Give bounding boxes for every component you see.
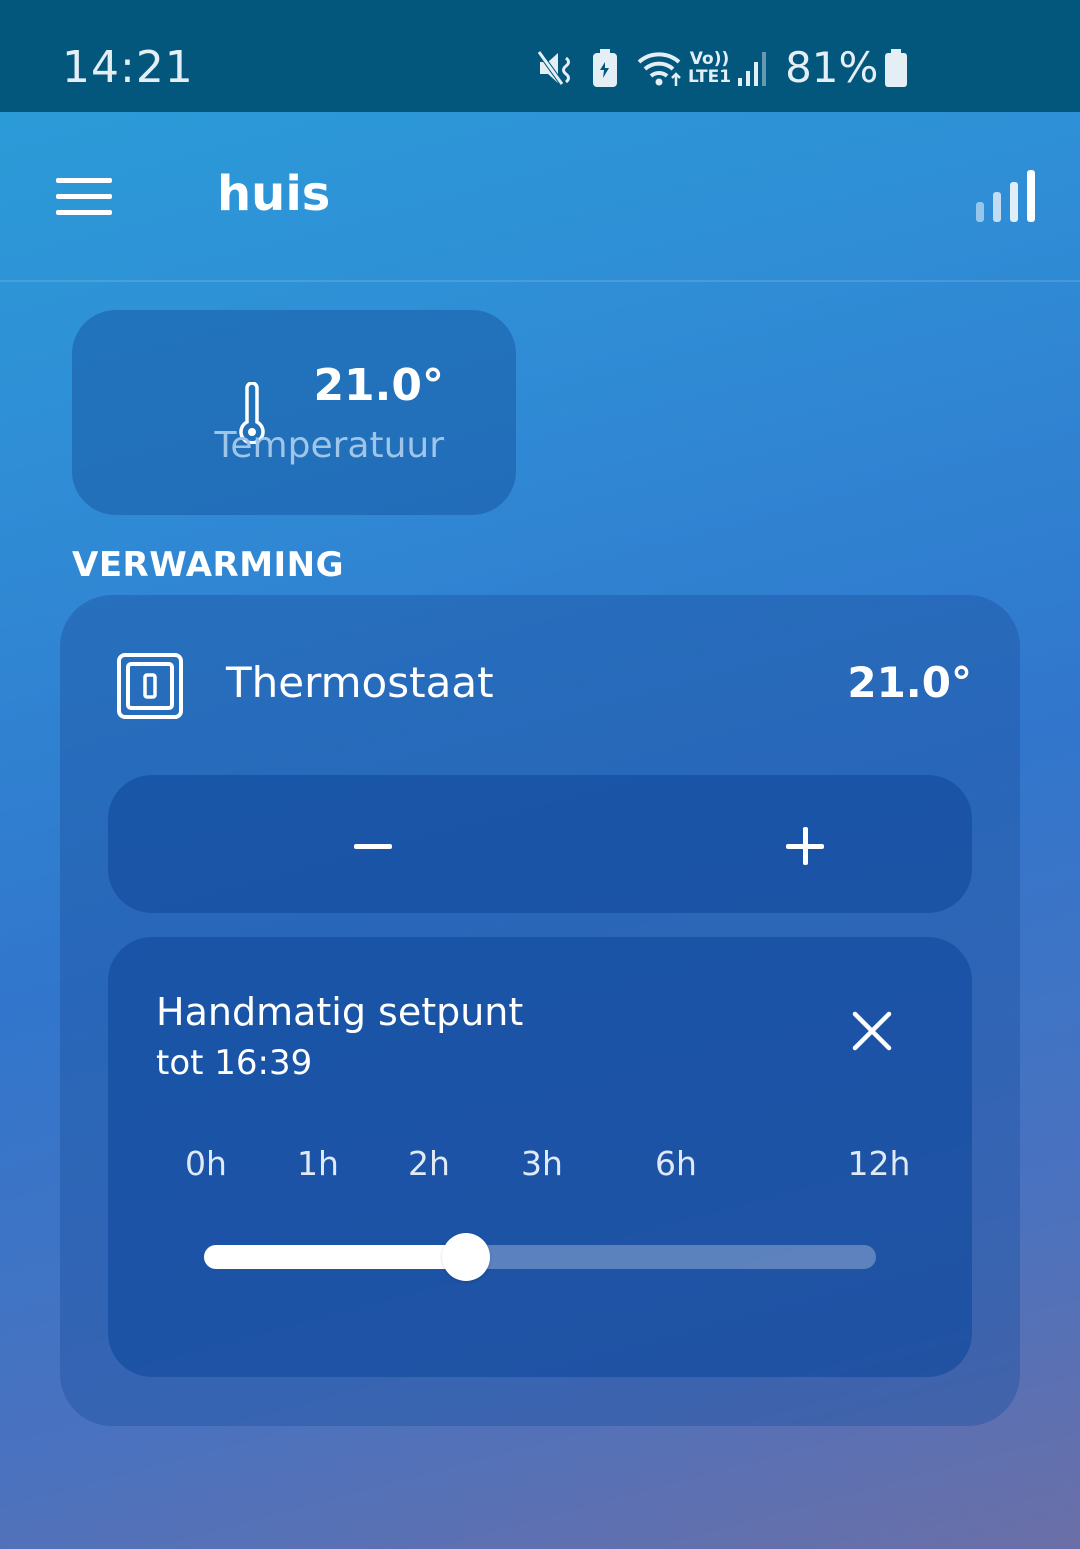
battery-icon bbox=[884, 48, 908, 88]
duration-option-6h[interactable]: 6h bbox=[655, 1143, 697, 1185]
temperature-card[interactable]: 21.0° Temperatuur bbox=[72, 310, 516, 515]
thermostat-card: Thermostaat 21.0° − + Handmatig setpunt … bbox=[60, 595, 1020, 1426]
increase-temperature-button[interactable]: + bbox=[730, 795, 880, 893]
temperature-stepper: − + bbox=[108, 775, 972, 913]
close-icon[interactable] bbox=[852, 1011, 892, 1055]
status-time: 14:21 bbox=[62, 42, 194, 93]
cellular-signal-icon bbox=[737, 48, 771, 88]
thermostat-temperature: 21.0° bbox=[847, 658, 972, 707]
mute-icon bbox=[536, 48, 578, 88]
duration-option-12h[interactable]: 12h bbox=[848, 1143, 911, 1185]
volte-icon: Vo)) LTE1 bbox=[688, 49, 732, 87]
hamburger-menu-icon[interactable] bbox=[56, 178, 112, 216]
status-bar: 14:21 Vo)) LTE1 81% bbox=[0, 0, 1080, 112]
statistics-icon[interactable] bbox=[974, 168, 1040, 228]
duration-option-3h[interactable]: 3h bbox=[521, 1143, 563, 1185]
duration-slider-thumb[interactable] bbox=[442, 1233, 490, 1281]
setpoint-until: tot 16:39 bbox=[156, 1043, 313, 1083]
temperature-value: 21.0° bbox=[313, 360, 444, 411]
status-icons: Vo)) LTE1 81% bbox=[536, 46, 908, 90]
battery-percent: 81% bbox=[785, 43, 879, 92]
section-title: VERWARMING bbox=[72, 545, 345, 585]
setpoint-title: Handmatig setpunt bbox=[156, 990, 524, 1034]
duration-option-0h[interactable]: 0h bbox=[185, 1143, 227, 1185]
duration-slider[interactable] bbox=[204, 1233, 876, 1281]
temperature-label: Temperatuur bbox=[214, 425, 445, 466]
app-bar: huis bbox=[0, 112, 1080, 282]
decrease-temperature-button[interactable]: − bbox=[298, 795, 448, 893]
page-title: huis bbox=[217, 166, 331, 222]
thermostat-device-icon bbox=[117, 653, 183, 723]
duration-option-2h[interactable]: 2h bbox=[408, 1143, 450, 1185]
duration-slider-fill bbox=[204, 1245, 466, 1269]
duration-option-1h[interactable]: 1h bbox=[297, 1143, 339, 1185]
wifi-icon bbox=[636, 48, 686, 88]
manual-setpoint-panel: Handmatig setpunt tot 16:39 0h 1h 2h 3h … bbox=[108, 937, 972, 1377]
thermostat-name: Thermostaat bbox=[226, 658, 494, 707]
battery-saver-icon bbox=[592, 48, 618, 88]
